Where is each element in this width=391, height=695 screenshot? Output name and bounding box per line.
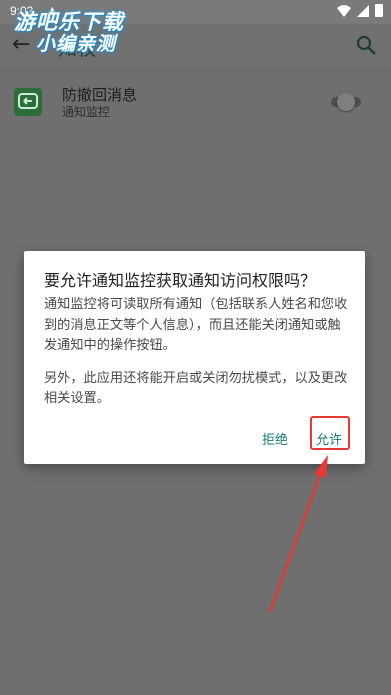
watermark-logo: 游吧乐下载 小编亲测	[14, 10, 124, 56]
dialog-paragraph-2: 另外，此应用还将能开启或关闭勿扰模式，以及更改相关设置。	[44, 370, 348, 407]
app-icon	[14, 88, 42, 116]
deny-button[interactable]: 拒绝	[262, 429, 288, 448]
list-item-app[interactable]: 防撤回消息 通知监控	[0, 78, 391, 126]
dialog-paragraph-1: 通知监控将可读取所有通知（包括联系人姓名和您收到的消息正文等个人信息），而且还能…	[44, 297, 348, 353]
search-icon[interactable]	[355, 34, 377, 56]
undo-message-icon	[18, 93, 38, 109]
allow-highlight-box	[310, 416, 350, 450]
dialog-title: 要允许通知监控获取通知访问权限吗？	[44, 271, 317, 290]
dialog-body: 通知监控将可读取所有通知（包括联系人姓名和您收到的消息正文等个人信息），而且还能…	[44, 295, 349, 422]
toggle-knob	[337, 93, 355, 111]
wifi-icon	[337, 4, 351, 17]
watermark-line2: 小编亲测	[36, 33, 117, 56]
battery-icon	[375, 4, 383, 17]
status-icons	[337, 4, 383, 17]
watermark-line1: 游吧乐下载	[14, 10, 124, 34]
app-name: 防撤回消息	[62, 86, 138, 104]
app-subtitle: 通知监控	[62, 105, 111, 119]
signal-icon	[357, 4, 369, 17]
permission-toggle[interactable]	[331, 93, 361, 111]
